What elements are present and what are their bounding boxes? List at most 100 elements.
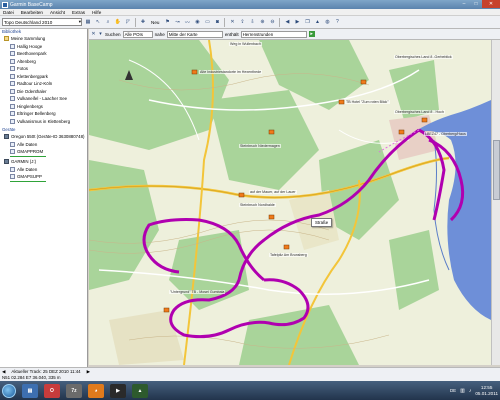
device-drive[interactable]: GMAPSUPP [0,173,87,181]
menu-datei[interactable]: Datei [3,10,14,15]
camera-icon[interactable]: ◙ [213,18,221,26]
taskbar-media-icon[interactable]: ▶ [110,383,126,398]
globe-icon[interactable]: ◍ [323,18,331,26]
waypoint-icon[interactable]: ◉ [193,18,201,26]
map-place-label[interactable]: Weg in Wullenbach [229,42,262,46]
status-bar: ◀ Aktueller Track: 25 DEZ 2010 11:44 ▶ [0,367,500,375]
search-bar: ✕ ▾ Suchen Alle POIs nahe Mitte der Kart… [89,29,500,40]
play-icon[interactable]: ▶ [87,369,90,375]
map-place-label[interactable]: Oberbergisches Land 8 - Hoch [394,110,445,114]
menu-extras[interactable]: Extras [72,10,85,15]
map-place-label[interactable]: Oberbergisches Land 8 -Gerbeblick [394,55,453,59]
device-all-data[interactable]: Alle Daten [0,141,87,149]
menu-bar: Datei Bearbeiten Ansicht Extras Hilfe [0,9,500,16]
forward-icon[interactable]: ▶ [293,18,301,26]
collection-item[interactable]: Meine Sammlung [0,35,87,43]
map-place-label[interactable]: Steinbruch Nordhalde [239,203,276,207]
map-place-label[interactable]: "Untergrund" TB - Mosel Gumbala [169,290,226,294]
list-icon [10,58,15,64]
collection-list-item[interactable]: Die Odenthaler [0,88,87,96]
device-item-garmin[interactable]: GARMIN (J:) [0,158,87,166]
map-place-label[interactable]: auf der Mauer, auf der Lauer [249,190,297,194]
near-select[interactable]: Mitte der Karte [166,30,223,38]
new-icon[interactable]: ✚ [139,18,147,26]
collection-list-item[interactable]: Beethovenpark [0,50,87,58]
map-place-label[interactable]: Alte Industriestandorte im Hexenthede [199,70,263,74]
profile-icon[interactable]: ▲ [313,18,321,26]
menu-bearbeiten[interactable]: Bearbeiten [21,10,43,15]
search-input-value: Herrenstrunden [242,31,274,37]
delete-icon[interactable]: ✕ [228,18,236,26]
taskbar-explorer-icon[interactable]: ▤ [22,383,38,398]
poi-category-value: Alle POIs [124,31,143,37]
window-controls: – □ ✕ [458,0,500,8]
search-icon[interactable]: ⌕ [104,18,112,26]
map-place-label[interactable]: Tafelpilz Am Brunsberg [269,253,308,257]
receive-from-device-icon[interactable]: ⇩ [248,18,256,26]
collection-list-item[interactable]: Eltringer Bellenberg [0,110,87,118]
device-all-data[interactable]: Alle Daten [0,166,87,174]
collection-list-item[interactable]: Klettenbergpark [0,73,87,81]
map-place-label[interactable]: Steinbruch Niedermagen [239,144,281,148]
flag-icon[interactable]: ⚑ [163,18,171,26]
collection-list-item[interactable]: Vulkanismus in Klettenberg [0,118,87,126]
help-icon[interactable]: ? [333,18,341,26]
menu-hilfe[interactable]: Hilfe [92,10,101,15]
search-input[interactable]: Herrenstrunden [240,30,307,38]
collection-list-item[interactable]: Radtour Linz-Köln [0,80,87,88]
zoom-in-icon[interactable]: ⊕ [258,18,266,26]
send-to-device-icon[interactable]: ⇪ [238,18,246,26]
taskbar-7zip-icon[interactable]: 7z [66,383,82,398]
minimize-button[interactable]: – [458,0,470,8]
device-drive[interactable]: GMAPPROM [0,148,87,156]
collection-list-label: Fotos [17,66,28,72]
close-button[interactable]: ✕ [482,0,500,8]
map-icon[interactable]: ▦ [84,18,92,26]
start-button[interactable] [2,383,16,398]
collection-list-item[interactable]: Altenberg [0,58,87,66]
language-indicator[interactable]: DE [450,388,456,393]
drive-icon [10,149,15,155]
taskbar-basecamp-icon[interactable]: ▲ [132,383,148,398]
map-place-label[interactable]: LBEZ47 - Oberberg/Haus [424,132,467,136]
clock[interactable]: 12:55 05.01.2011 [475,385,498,396]
back-icon[interactable]: ◀ [283,18,291,26]
map-scrollbar[interactable] [491,40,500,365]
device-item-oregon[interactable]: Oregon 550t (Geräte-ID 3630880748) [0,133,87,141]
network-icon[interactable]: ▥ [460,388,465,394]
menu-ansicht[interactable]: Ansicht [50,10,65,15]
map-place-label[interactable]: TB Hotel "Zum roten Blick" [345,100,390,104]
previous-icon[interactable]: ◀ [2,369,5,375]
chevron-down-icon[interactable]: ▾ [98,30,103,38]
list-icon [10,118,15,124]
dataset-select[interactable]: Topo Deutschland 2010 ▾ [2,18,82,26]
layers-icon[interactable]: ❐ [303,18,311,26]
measure-icon[interactable]: ◸ [124,18,132,26]
scrollbar-thumb[interactable] [493,140,500,200]
taskbar-opera-icon[interactable]: O [44,383,60,398]
track-icon[interactable]: 〰 [183,18,191,26]
list-icon [10,88,15,94]
collection-list-item[interactable]: Vulkaneifel - Laacher See [0,95,87,103]
collection-list-item[interactable]: Fotos [0,65,87,73]
main-toolbar: Topo Deutschland 2010 ▾ ▦ ↖ ⌕ ✋ ◸ ✚ Neu … [0,16,500,29]
area-icon[interactable]: ▭ [203,18,211,26]
collection-list-label: Beethovenpark [17,51,47,57]
pan-hand-icon[interactable]: ✋ [114,18,122,26]
map-view[interactable]: Weg in Wullenbach Alte Industriestandort… [89,40,491,365]
poi-category-select[interactable]: Alle POIs [122,30,153,38]
topo-map [89,40,491,365]
new-button[interactable]: Neu [149,18,161,26]
collection-list-label: Radtour Linz-Köln [17,81,53,87]
maximize-button[interactable]: □ [470,0,482,8]
taskbar-firefox-icon[interactable]: ◕ [88,383,104,398]
go-button[interactable]: ▸ [308,31,315,37]
collection-list-label: Vulkanismus in Klettenberg [17,118,71,124]
collection-list-item[interactable]: Hallig Hooge [0,43,87,51]
volume-icon[interactable]: ♪ [469,388,472,394]
zoom-out-icon[interactable]: ⊖ [268,18,276,26]
pointer-icon[interactable]: ↖ [94,18,102,26]
route-icon[interactable]: ↝ [173,18,181,26]
collection-list-item[interactable]: Hinglenbergs [0,103,87,111]
close-icon[interactable]: ✕ [91,30,96,38]
